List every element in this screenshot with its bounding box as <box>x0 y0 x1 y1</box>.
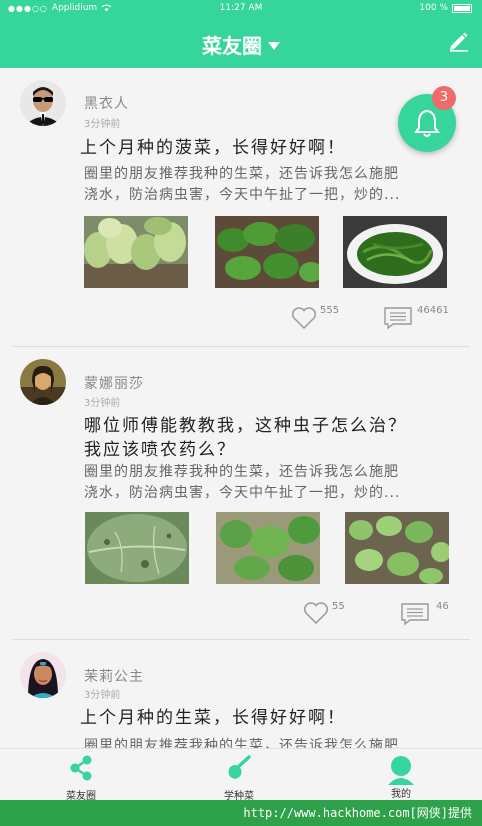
notification-badge: 3 <box>432 86 456 110</box>
post-body[interactable]: 圈里的朋友推荐我种的生菜，还告诉我怎么施肥 浇水，防治病虫害，今天中午扯了一把，… <box>84 164 456 206</box>
tab-me[interactable]: 我的 <box>361 755 441 800</box>
post-photo[interactable] <box>215 216 319 288</box>
header-bar: ●●●○○ Applidium 11:27 AM 100 % 菜友圈 <box>0 0 482 68</box>
bell-icon <box>414 109 440 137</box>
heart-icon[interactable] <box>291 306 317 330</box>
damaged-leaf-photo <box>85 512 189 584</box>
battery-percent: 100 % <box>419 3 448 13</box>
pencil-icon[interactable] <box>448 30 470 52</box>
comment-count: 46 <box>436 601 449 612</box>
post-body[interactable]: 圈里的朋友推荐我种的生菜，还告诉我怎么施肥 浇水，防治病虫害，今天中午扯了一把，… <box>84 462 456 504</box>
mona-lisa-avatar-icon <box>20 359 66 405</box>
post-card[interactable]: 蒙娜丽莎 3分钟前 哪位师傅能教教我，这种虫子怎么治？ 我应该喷农药么？ 圈里的… <box>12 347 470 639</box>
user-icon <box>388 756 414 785</box>
post-time: 3分钟前 <box>84 398 121 409</box>
comment-count: 46461 <box>417 305 449 316</box>
post-title[interactable]: 上个月种的菠菜，长得好好啊！ <box>80 136 346 160</box>
heart-icon[interactable] <box>303 601 329 625</box>
comment-icon[interactable] <box>400 602 430 626</box>
post-photo[interactable] <box>216 512 320 584</box>
spinach-leaves-photo <box>215 216 319 288</box>
tab-label: 菜友圈 <box>66 791 96 800</box>
app-frame: ●●●○○ Applidium 11:27 AM 100 % 菜友圈 黑衣人 3… <box>0 0 482 800</box>
post-card[interactable]: 茉莉公主 3分钟前 上个月种的生菜，长得好好啊！ 圈里的朋友推荐我种的生菜，还告… <box>12 640 470 750</box>
tab-learn[interactable]: 学种菜 <box>199 755 279 800</box>
post-title[interactable]: 上个月种的生菜，长得好好啊！ <box>80 706 346 730</box>
like-count: 555 <box>320 305 340 316</box>
like-count: 55 <box>332 601 345 612</box>
seedlings-photo <box>345 512 449 584</box>
stir-fried-greens-photo <box>343 216 447 288</box>
post-title[interactable]: 哪位师傅能教教我，这种虫子怎么治？ 我应该喷农药么？ <box>84 414 407 462</box>
page-title: 菜友圈 <box>202 34 262 58</box>
spinach-plants-photo <box>216 512 320 584</box>
post-photo[interactable] <box>343 216 447 288</box>
trowel-icon <box>228 755 251 779</box>
post-photo[interactable] <box>345 512 449 584</box>
spinach-field-photo <box>84 216 188 288</box>
status-bar: ●●●○○ Applidium 11:27 AM 100 % <box>0 0 482 18</box>
share-icon <box>70 755 92 781</box>
caret-down-icon <box>268 41 280 50</box>
tab-circle[interactable]: 菜友圈 <box>41 755 121 800</box>
avatar[interactable] <box>20 652 66 698</box>
man-in-black-avatar-icon <box>20 80 66 126</box>
tab-label: 我的 <box>391 789 411 800</box>
avatar[interactable] <box>20 80 66 126</box>
status-time: 11:27 AM <box>219 3 263 13</box>
post-time: 3分钟前 <box>84 690 121 701</box>
post-time: 3分钟前 <box>84 119 121 130</box>
post-author[interactable]: 黑衣人 <box>84 93 129 113</box>
avatar[interactable] <box>20 359 66 405</box>
page-title-dropdown[interactable]: 菜友圈 <box>0 30 482 59</box>
watermark-text: http://www.hackhome.com[网侠]提供 <box>0 800 482 826</box>
post-photo[interactable] <box>85 512 189 584</box>
post-author[interactable]: 茉莉公主 <box>84 666 144 686</box>
tab-label: 学种菜 <box>224 791 254 800</box>
princess-jasmine-avatar-icon <box>20 652 66 698</box>
post-author[interactable]: 蒙娜丽莎 <box>84 373 144 393</box>
post-photo[interactable] <box>84 216 188 288</box>
battery-icon <box>452 3 472 13</box>
bottom-tab-bar: 菜友圈 学种菜 我的 <box>0 748 482 800</box>
comment-icon[interactable] <box>383 306 413 330</box>
